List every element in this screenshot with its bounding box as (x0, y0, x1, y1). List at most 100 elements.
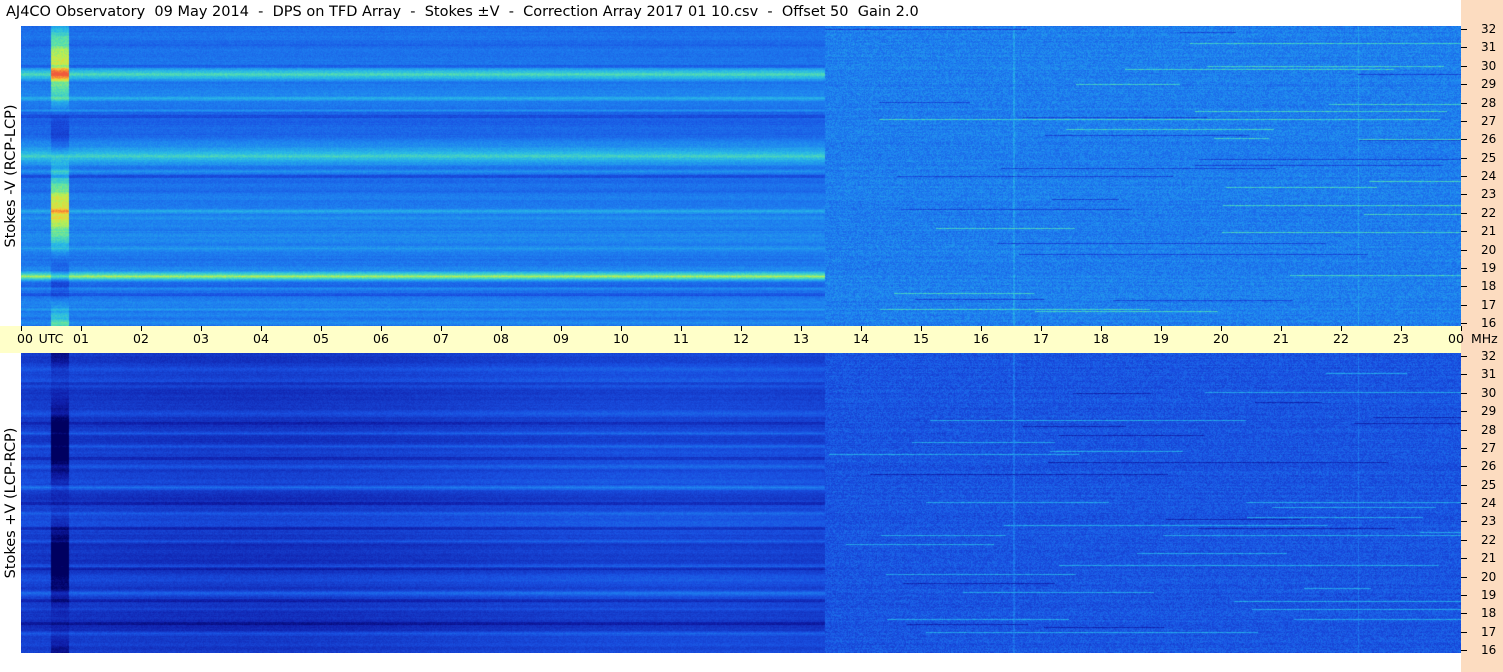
frequency-tick-label: 29 (1481, 404, 1497, 418)
time-tick-label: 12 (733, 331, 749, 346)
time-tick-label: 09 (553, 331, 569, 346)
time-tick-label: 22 (1333, 331, 1349, 346)
frequency-tick-label: 18 (1481, 279, 1497, 293)
time-tick-label: 07 (433, 331, 449, 346)
frequency-tick-label: 17 (1481, 625, 1497, 639)
frequency-tick-label: 24 (1481, 496, 1497, 510)
frequency-tick-label: 20 (1481, 570, 1497, 584)
frequency-tick (1461, 47, 1467, 48)
frequency-tick-label: 21 (1481, 551, 1497, 565)
frequency-tick (1461, 393, 1467, 394)
frequency-tick-label: 29 (1481, 77, 1497, 91)
time-tick-label: 23 (1393, 331, 1409, 346)
frequency-tick (1461, 595, 1467, 596)
frequency-tick (1461, 632, 1467, 633)
frequency-tick-label: 19 (1481, 261, 1497, 275)
frequency-unit-label: MHz (1471, 331, 1498, 346)
frequency-tick-label: 18 (1481, 606, 1497, 620)
frequency-tick (1461, 503, 1467, 504)
frequency-tick-label: 30 (1481, 386, 1497, 400)
frequency-tick (1461, 231, 1467, 232)
frequency-tick-label: 17 (1481, 298, 1497, 312)
frequency-tick-label: 16 (1481, 316, 1497, 330)
frequency-tick-label: 21 (1481, 224, 1497, 238)
time-tick-label: 13 (793, 331, 809, 346)
time-tick-label: 16 (973, 331, 989, 346)
frequency-tick-label: 25 (1481, 151, 1497, 165)
time-tick-label: 04 (253, 331, 269, 346)
frequency-tick-label: 32 (1481, 22, 1497, 36)
frequency-tick (1461, 613, 1467, 614)
frequency-tick (1461, 323, 1467, 324)
time-tick-label: 05 (313, 331, 329, 346)
time-tick-label: 18 (1093, 331, 1109, 346)
frequency-tick-label: 25 (1481, 478, 1497, 492)
frequency-tick (1461, 103, 1467, 104)
top-panel-ylabel: Stokes -V (RCP-LCP) (2, 104, 19, 248)
time-axis-bar (0, 326, 1461, 353)
spectrogram-top (21, 26, 1461, 326)
frequency-tick (1461, 268, 1467, 269)
frequency-tick (1461, 29, 1467, 30)
frequency-tick-label: 27 (1481, 441, 1497, 455)
frequency-tick-label: 27 (1481, 114, 1497, 128)
time-tick-label: 15 (913, 331, 929, 346)
time-tick-label: 02 (133, 331, 149, 346)
time-tick-label: 17 (1033, 331, 1049, 346)
frequency-tick-label: 32 (1481, 349, 1497, 363)
frequency-tick (1461, 139, 1467, 140)
time-tick-label: 06 (373, 331, 389, 346)
frequency-tick (1461, 577, 1467, 578)
time-tick-label: UTC (38, 331, 64, 346)
top-ylabel-container: Stokes -V (RCP-LCP) (0, 26, 21, 326)
spectrogram-bottom (21, 353, 1461, 653)
time-tick-label: 08 (493, 331, 509, 346)
time-tick-label: 00 (17, 331, 33, 346)
time-tick-label: 20 (1213, 331, 1229, 346)
time-tick-label: 03 (193, 331, 209, 346)
time-tick-label: 14 (853, 331, 869, 346)
frequency-tick (1461, 158, 1467, 159)
frequency-tick (1461, 466, 1467, 467)
time-tick-label: 21 (1273, 331, 1289, 346)
time-tick-label: 00 (1448, 331, 1464, 346)
time-tick-label: 01 (73, 331, 89, 346)
frequency-tick-label: 22 (1481, 206, 1497, 220)
frequency-tick (1461, 121, 1467, 122)
frequency-tick (1461, 356, 1467, 357)
title-bar: AJ4CO Observatory 09 May 2014 - DPS on T… (0, 0, 1461, 26)
frequency-tick-label: 30 (1481, 59, 1497, 73)
frequency-tick (1461, 374, 1467, 375)
frequency-tick (1461, 213, 1467, 214)
frequency-tick-label: 23 (1481, 187, 1497, 201)
time-tick-label: 11 (673, 331, 689, 346)
frequency-tick (1461, 650, 1467, 651)
frequency-tick (1461, 540, 1467, 541)
frequency-tick (1461, 485, 1467, 486)
frequency-tick (1461, 430, 1467, 431)
frequency-tick-label: 19 (1481, 588, 1497, 602)
frequency-tick-label: 16 (1481, 643, 1497, 657)
frequency-tick-label: 26 (1481, 132, 1497, 146)
frequency-tick (1461, 250, 1467, 251)
time-tick-label: 19 (1153, 331, 1169, 346)
frequency-tick (1461, 194, 1467, 195)
time-tick-label: 10 (613, 331, 629, 346)
frequency-tick-label: 24 (1481, 169, 1497, 183)
frequency-tick-label: 28 (1481, 96, 1497, 110)
chart-title: AJ4CO Observatory 09 May 2014 - DPS on T… (6, 4, 919, 20)
frequency-tick-label: 31 (1481, 367, 1497, 381)
frequency-tick (1461, 558, 1467, 559)
frequency-tick-label: 28 (1481, 423, 1497, 437)
frequency-tick-label: 20 (1481, 243, 1497, 257)
frequency-tick (1461, 84, 1467, 85)
frequency-tick-label: 23 (1481, 514, 1497, 528)
frequency-tick-label: 31 (1481, 40, 1497, 54)
frequency-tick-label: 22 (1481, 533, 1497, 547)
frequency-tick (1461, 176, 1467, 177)
frequency-tick (1461, 66, 1467, 67)
frequency-tick-label: 26 (1481, 459, 1497, 473)
frequency-tick (1461, 305, 1467, 306)
bottom-ylabel-container: Stokes +V (LCP-RCP) (0, 353, 21, 653)
frequency-tick (1461, 448, 1467, 449)
